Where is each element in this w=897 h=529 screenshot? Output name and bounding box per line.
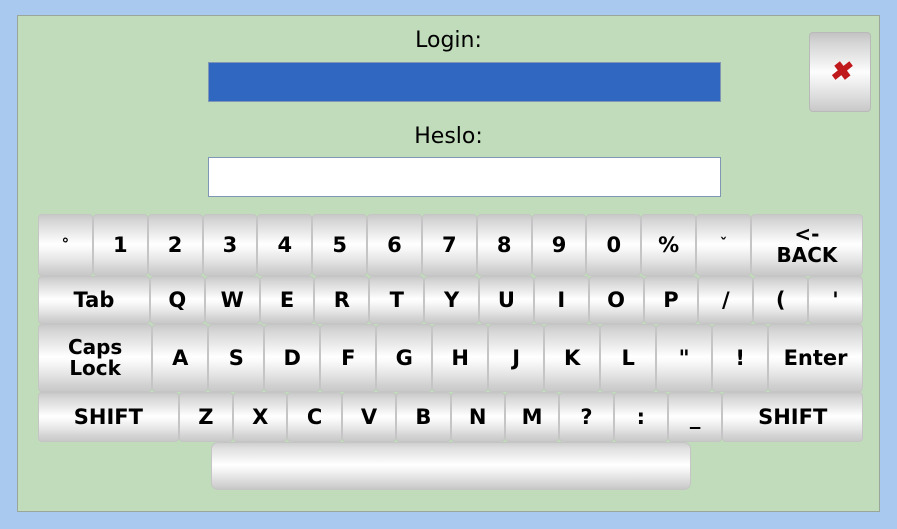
window-frame: Login: Heslo: ✖ ° 1 2 3 4 5 6 7 8 9 0% ˇ <- BACK Tab… [0,0,897,529]
key-n[interactable]: N [450,392,505,442]
key-e[interactable]: E [259,276,315,324]
key-caps-lock[interactable]: Caps Lock [38,324,153,392]
key-x[interactable]: X [233,392,288,442]
key-v[interactable]: V [341,392,397,442]
key-s[interactable]: S [208,324,265,392]
key-l[interactable]: L [600,324,657,392]
key-shift-right[interactable]: SHIFT [722,392,864,442]
key-p[interactable]: P [643,276,699,324]
key-k[interactable]: K [544,324,601,392]
key-j[interactable]: J [488,324,545,392]
key-y[interactable]: Y [424,276,479,324]
key-m[interactable]: M [504,392,560,442]
key-5[interactable]: 5 [312,214,368,276]
key-tab[interactable]: Tab [38,276,150,324]
login-dialog-panel: Login: Heslo: ✖ ° 1 2 3 4 5 6 7 8 9 0% ˇ <- BACK Tab… [17,15,880,512]
key-7[interactable]: 7 [421,214,477,276]
keyboard-row-spacebar [38,442,863,492]
password-label: Heslo: [414,124,483,149]
key-3[interactable]: 3 [202,214,258,276]
key-z[interactable]: Z [178,392,234,442]
key-2[interactable]: 2 [147,214,203,276]
key-paren-open[interactable]: ( [753,276,809,324]
key-degree[interactable]: ° [38,214,93,276]
key-r[interactable]: R [314,276,370,324]
key-4[interactable]: 4 [257,214,313,276]
key-g[interactable]: G [376,324,433,392]
keyboard-row-home-letters: Caps Lock A S D F G H J K L "! Enter [38,324,863,392]
key-u[interactable]: U [479,276,534,324]
key-percent[interactable]: % [641,214,697,276]
key-colon[interactable]: : [613,392,668,442]
key-1[interactable]: 1 [92,214,148,276]
key-t[interactable]: T [369,276,425,324]
key-8[interactable]: 8 [476,214,532,276]
key-slash[interactable]: / [698,276,754,324]
key-space[interactable] [210,442,691,490]
key-enter[interactable]: Enter [768,324,863,392]
key-c[interactable]: C [287,392,342,442]
key-exclamation[interactable]: ! [712,324,769,392]
password-input[interactable] [208,157,721,197]
keyboard-row-top-letters: Tab Q W E R T Y U I O P /(' [38,276,863,324]
key-b[interactable]: B [396,392,451,442]
close-button[interactable]: ✖ [809,32,871,112]
keyboard-row-numbers: ° 1 2 3 4 5 6 7 8 9 0% ˇ <- BACK [38,214,863,276]
key-backspace[interactable]: <- BACK [750,214,863,276]
key-i[interactable]: I [533,276,589,324]
key-0[interactable]: 0 [586,214,642,276]
key-9[interactable]: 9 [531,214,587,276]
key-quote[interactable]: " [656,324,713,392]
key-d[interactable]: D [264,324,321,392]
close-icon: ✖ [829,57,851,87]
key-w[interactable]: W [204,276,260,324]
key-caron[interactable]: ˇ [696,214,751,276]
key-question[interactable]: ? [559,392,614,442]
key-6[interactable]: 6 [367,214,422,276]
key-a[interactable]: A [152,324,209,392]
key-shift-left[interactable]: SHIFT [38,392,179,442]
on-screen-keyboard: ° 1 2 3 4 5 6 7 8 9 0% ˇ <- BACK Tab Q W E R T Y U I O P /(' Ca… [38,214,864,492]
key-h[interactable]: H [432,324,489,392]
key-q[interactable]: Q [149,276,205,324]
key-apostrophe[interactable]: ' [808,276,863,324]
keyboard-row-bottom-letters: SHIFT Z X C V B N M?: _ SHIFT [38,392,864,442]
key-o[interactable]: O [588,276,644,324]
login-label: Login: [415,28,482,53]
key-f[interactable]: F [320,324,377,392]
login-input[interactable] [208,62,721,102]
key-underscore[interactable]: _ [667,392,723,442]
